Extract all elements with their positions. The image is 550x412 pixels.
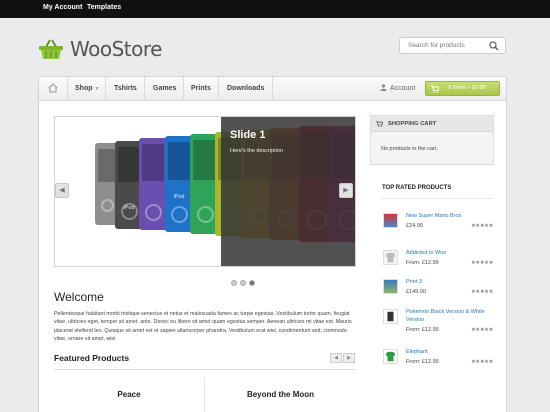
slider-dot[interactable] — [231, 280, 237, 286]
nav-divider — [105, 77, 106, 101]
cart-button[interactable]: 0 items – £0.00 — [425, 81, 500, 96]
product-price: £24.99 — [406, 223, 423, 229]
top-rated-item[interactable]: New Super Mario Bros £24.99 ★★★★★ — [383, 212, 494, 240]
product-price: From: £12.99 — [406, 260, 439, 266]
basket-logo-icon[interactable] — [38, 38, 64, 60]
product-name[interactable]: Elephant — [406, 348, 494, 356]
featured-heading: Featured Products — [54, 353, 130, 363]
product-name[interactable]: Addicted to Woo — [406, 249, 494, 257]
account-link[interactable]: Account — [380, 84, 415, 92]
pokemon-box-icon — [387, 311, 394, 322]
nav-item-shop[interactable]: Shop ▼ — [75, 85, 99, 92]
nav-item-games[interactable]: Games — [153, 85, 176, 92]
tshirt-icon — [385, 351, 396, 362]
divider — [382, 198, 492, 199]
product-thumbnail[interactable] — [383, 279, 398, 294]
cart-widget-title: SHOPPING CART — [388, 121, 437, 127]
product-thumbnail[interactable] — [383, 213, 398, 228]
top-rated-item[interactable]: Print 3 £149.00 ★★★★★ — [383, 278, 494, 306]
product-thumbnail[interactable] — [383, 349, 398, 364]
main-container: Shop ▼ Tshirts Games Prints Downloads Acc… — [38, 76, 507, 412]
welcome-text: Pellentesque habitant morbi tristique se… — [54, 311, 352, 343]
rating-stars: ★★★★★ — [470, 260, 494, 266]
main-nav: Shop ▼ Tshirts Games Prints Downloads Acc… — [39, 77, 506, 101]
ipod-image — [139, 138, 167, 230]
nav-item-prints[interactable]: Prints — [191, 85, 211, 92]
nav-item-label: Shop — [75, 85, 93, 92]
rating-stars: ★★★★★ — [470, 359, 494, 365]
top-rated-heading: TOP RATED PRODUCTS — [382, 185, 452, 191]
image-slider[interactable]: iPod iPod Slide 1 Here's the description… — [54, 116, 356, 267]
featured-nav: ◀ ▶ — [330, 353, 356, 363]
rating-stars: ★★★★★ — [470, 289, 494, 295]
nav-item-tshirts[interactable]: Tshirts — [114, 85, 137, 92]
product-price: From: £12.99 — [406, 327, 439, 333]
home-icon[interactable] — [48, 83, 58, 93]
shopping-cart-widget: SHOPPING CART No products in the cart. — [370, 115, 494, 165]
slide-description: Here's the description — [230, 148, 284, 154]
cart-icon — [431, 85, 439, 93]
top-rated-item[interactable]: Elephant From: £12.99 ★★★★★ — [383, 348, 494, 376]
divider — [54, 369, 356, 370]
user-icon — [380, 84, 387, 91]
ipod-image: iPod — [165, 136, 193, 232]
slide-caption: Slide 1 Here's the description — [221, 117, 355, 266]
product-thumbnail[interactable] — [383, 309, 398, 324]
slider-dot[interactable] — [240, 280, 246, 286]
nav-divider — [144, 77, 145, 101]
featured-prev-button[interactable]: ◀ — [330, 353, 342, 363]
product-name[interactable]: Print 3 — [406, 278, 494, 286]
cart-summary: 0 items – £0.00 — [448, 85, 486, 91]
top-rated-item[interactable]: Pokémon Black Version & White Version Fr… — [383, 308, 494, 336]
product-name[interactable]: New Super Mario Bros — [406, 212, 494, 220]
top-rated-item[interactable]: Addicted to Woo From: £12.99 ★★★★★ — [383, 249, 494, 277]
account-label: Account — [390, 85, 416, 92]
product-thumbnail[interactable] — [383, 250, 398, 265]
search-icon[interactable] — [489, 41, 499, 51]
featured-next-button[interactable]: ▶ — [343, 353, 355, 363]
slide-title: Slide 1 — [230, 129, 266, 141]
ipod-label: iPod — [173, 194, 185, 200]
product-price: From: £12.99 — [406, 359, 439, 365]
featured-product-title[interactable]: Beyond the Moon — [205, 390, 356, 399]
slider-next-button[interactable]: ▶ — [339, 183, 353, 198]
nav-divider — [67, 77, 68, 101]
nav-divider — [272, 77, 273, 101]
search-placeholder: Search for products — [408, 42, 465, 49]
cart-icon — [376, 121, 383, 127]
nav-divider — [218, 77, 219, 101]
templates-link[interactable]: Templates — [87, 4, 121, 11]
site-logo-text[interactable]: WooStore — [70, 37, 162, 61]
search-input[interactable]: Search for products — [399, 37, 506, 54]
tshirt-icon — [385, 252, 396, 263]
slider-prev-button[interactable]: ◀ — [55, 183, 69, 198]
product-price: £149.00 — [406, 289, 426, 295]
slider-dot-active[interactable] — [249, 280, 255, 286]
my-account-link[interactable]: My Account — [43, 4, 82, 11]
rating-stars: ★★★★★ — [470, 223, 494, 229]
cart-empty-text: No products in the cart. — [381, 146, 438, 152]
chevron-down-icon: ▼ — [94, 86, 100, 92]
featured-product-title[interactable]: Peace — [54, 390, 204, 399]
rating-stars: ★★★★★ — [470, 327, 494, 333]
chevron-right-icon: ▶ — [343, 187, 349, 194]
welcome-heading: Welcome — [54, 290, 104, 304]
chevron-left-icon: ◀ — [59, 187, 65, 194]
nav-item-downloads[interactable]: Downloads — [227, 85, 264, 92]
cart-widget-header: SHOPPING CART — [371, 116, 493, 132]
product-name[interactable]: Pokémon Black Version & White Version — [406, 308, 494, 324]
top-bar: My Account Templates — [0, 0, 550, 18]
slider-pagination — [231, 273, 258, 291]
nav-divider — [183, 77, 184, 101]
